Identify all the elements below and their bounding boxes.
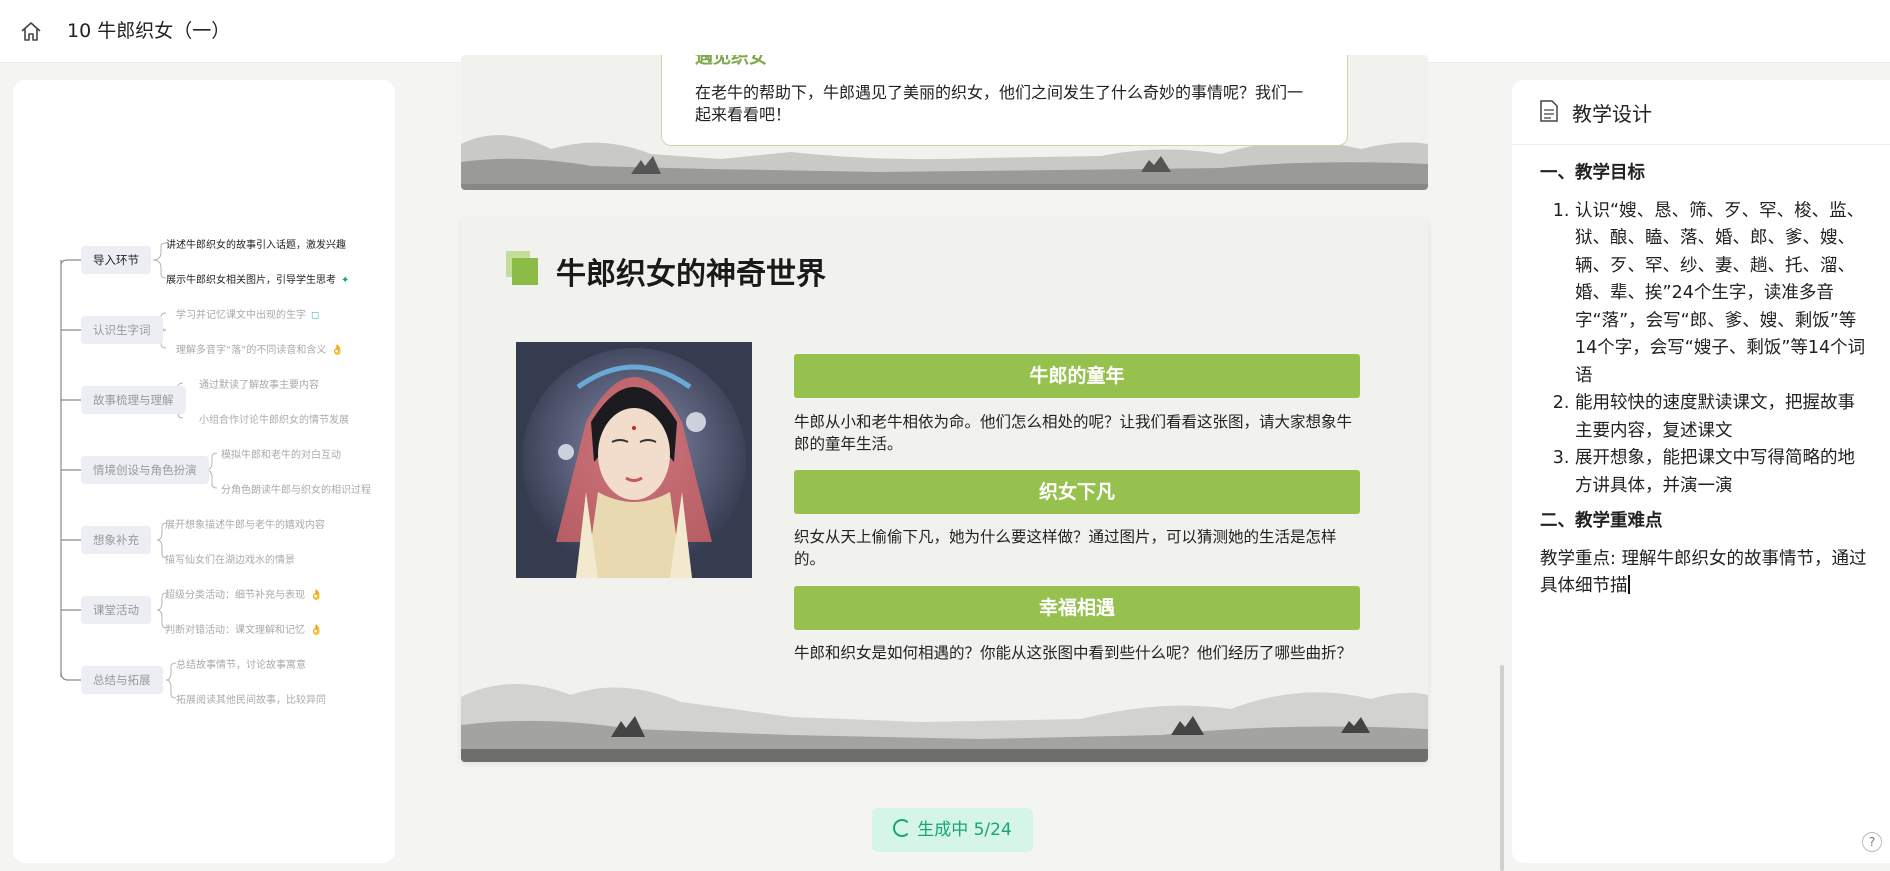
generation-status-badge: 生成中 5/24 bbox=[872, 808, 1033, 852]
section-heading-childhood: 牛郎的童年 bbox=[794, 354, 1360, 398]
lesson-design-panel: 教学设计 一、教学目标 认识“嫂、恳、筛、歹、罕、梭、监、狱、酿、瞌、落、婚、郎… bbox=[1512, 80, 1890, 863]
card-text: 在老牛的帮助下，牛郎遇见了美丽的织女，他们之间发生了什么奇妙的事情呢？我们一起来… bbox=[695, 83, 1304, 124]
mindmap-leaf[interactable]: 描写仙女们在湖边戏水的情景 bbox=[165, 551, 295, 566]
slide-title: 牛郎织女的神奇世界 bbox=[556, 257, 826, 292]
mindmap-leaf[interactable]: 学习并记忆课文中出现的生字 ◻ bbox=[176, 306, 319, 321]
mindmap-node-intro[interactable]: 导入环节 bbox=[81, 246, 151, 274]
ok-hand-icon: 👌 bbox=[310, 625, 323, 636]
title-decoration-icon bbox=[506, 251, 538, 285]
mindmap-node-summary[interactable]: 总结与拓展 bbox=[81, 666, 163, 694]
weaver-girl-portrait bbox=[516, 342, 752, 578]
square-icon: ◻ bbox=[311, 310, 320, 321]
section-heading-meeting: 幸福相遇 bbox=[794, 586, 1360, 630]
scrollbar-thumb[interactable] bbox=[1500, 665, 1504, 871]
intro-card: 遇见织女 在老牛的帮助下，牛郎遇见了美丽的织女，他们之间发生了什么奇妙的事情呢？… bbox=[661, 55, 1348, 146]
home-icon[interactable] bbox=[19, 20, 43, 44]
section-text-childhood: 牛郎从小和老牛相依为命。他们怎么相处的呢？让我们看看这张图，请大家想象牛郎的童年… bbox=[794, 413, 1353, 453]
goal-item: 能用较快的速度默读课文，把握故事主要内容，复述课文 bbox=[1575, 390, 1870, 445]
mindmap-leaf[interactable]: 总结故事情节，讨论故事寓意 bbox=[176, 656, 306, 671]
mindmap-leaf[interactable]: 拓展阅读其他民间故事，比较异同 bbox=[176, 691, 326, 706]
mindmap-node-activities[interactable]: 课堂活动 bbox=[81, 596, 151, 624]
mindmap-leaf[interactable]: 超级分类活动：细节补充与表现 👌 bbox=[165, 586, 322, 601]
panel-title: 教学设计 bbox=[1572, 102, 1652, 126]
mindmap-leaf[interactable]: 讲述牛郎织女的故事引入话题，激发兴趣 bbox=[166, 236, 346, 251]
mindmap-leaf[interactable]: 分角色朗读牛郎与织女的相识过程 bbox=[221, 481, 371, 496]
card-heading: 遇见织女 bbox=[695, 55, 767, 68]
section-heading: 一、教学目标 bbox=[1540, 163, 1645, 183]
slide-main[interactable]: 牛郎织女的神奇世界 牛郎的童年 牛郎从小和老牛相依为命。他们怎么相处的呢？让我们… bbox=[461, 217, 1428, 762]
focus-text: 教学重点: 理解牛郎织女的故事情节，通过具体细节描 bbox=[1540, 548, 1867, 597]
document-icon bbox=[1540, 100, 1558, 122]
mindmap-leaf[interactable]: 模拟牛郎和老牛的对白互动 bbox=[221, 446, 341, 461]
section-text-descend: 织女从天上偷偷下凡，她为什么要这样做？通过图片，可以猜测她的生活是怎样的。 bbox=[794, 528, 1337, 568]
mindmap-node-characters[interactable]: 认识生字词 bbox=[81, 316, 163, 344]
section-heading-descend: 织女下凡 bbox=[794, 470, 1360, 514]
sparkle-icon: ✦ bbox=[341, 275, 350, 286]
lesson-design-editor[interactable]: 一、教学目标 认识“嫂、恳、筛、歹、罕、梭、监、狱、酿、瞌、落、婚、郎、爹、嫂、… bbox=[1540, 160, 1870, 601]
ok-hand-icon: 👌 bbox=[310, 590, 323, 601]
mindmap-panel: 导入环节 讲述牛郎织女的故事引入话题，激发兴趣 展示牛郎织女相关图片，引导学生思… bbox=[13, 80, 395, 863]
mindmap-node-imagine[interactable]: 想象补充 bbox=[81, 526, 151, 554]
mindmap-leaf[interactable]: 判断对错活动：课文理解和记忆 👌 bbox=[165, 621, 322, 636]
ink-mountain-illustration bbox=[461, 683, 1428, 762]
mindmap-leaf[interactable]: 理解多音字“落”的不同读音和含义 👌 bbox=[176, 341, 344, 356]
goal-list: 认识“嫂、恳、筛、歹、罕、梭、监、狱、酿、瞌、落、婚、郎、爹、嫂、辆、歹、罕、纱… bbox=[1540, 198, 1870, 501]
help-button[interactable]: ? bbox=[1862, 832, 1882, 852]
goal-item: 展开想象，能把课文中写得简略的地方讲具体，并演一演 bbox=[1575, 445, 1870, 500]
text-cursor bbox=[1627, 575, 1630, 594]
mindmap-leaf[interactable]: 小组合作讨论牛郎织女的情节发展 bbox=[199, 411, 349, 426]
loading-spinner-icon bbox=[893, 819, 912, 837]
panel-header: 教学设计 bbox=[1512, 80, 1890, 145]
page-title: 10 牛郎织女（一） bbox=[67, 20, 231, 42]
status-label: 生成中 5/24 bbox=[917, 820, 1012, 840]
mindmap-node-roleplay[interactable]: 情境创设与角色扮演 bbox=[81, 456, 209, 484]
goal-item: 认识“嫂、恳、筛、歹、罕、梭、监、狱、酿、瞌、落、婚、郎、爹、嫂、辆、歹、罕、纱… bbox=[1575, 198, 1870, 391]
mindmap-node-story[interactable]: 故事梳理与理解 bbox=[81, 386, 186, 414]
top-bar: 10 牛郎织女（一） bbox=[0, 0, 1890, 63]
ok-hand-icon: 👌 bbox=[331, 345, 344, 356]
mindmap-leaf[interactable]: 通过默读了解故事主要内容 bbox=[199, 376, 319, 391]
mindmap-leaf[interactable]: 展开想象描述牛郎与老牛的嬉戏内容 bbox=[165, 516, 325, 531]
slide-thumbnail[interactable]: 遇见织女 在老牛的帮助下，牛郎遇见了美丽的织女，他们之间发生了什么奇妙的事情呢？… bbox=[461, 55, 1428, 190]
section-text-meeting: 牛郎和织女是如何相遇的？你能从这张图中看到些什么呢？他们经历了哪些曲折？ bbox=[794, 644, 1353, 662]
section-heading: 二、教学重难点 bbox=[1540, 511, 1663, 531]
mindmap-leaf[interactable]: 展示牛郎织女相关图片，引导学生思考 ✦ bbox=[166, 271, 349, 286]
